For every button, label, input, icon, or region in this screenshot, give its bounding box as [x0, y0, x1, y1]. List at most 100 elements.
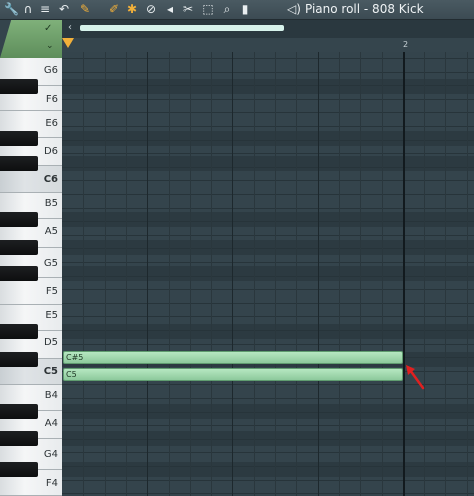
pencil-icon[interactable]: ✎ [78, 2, 92, 16]
grid-hline [62, 479, 474, 481]
grid-hline [62, 438, 474, 440]
window-title: Piano roll - 808 Kick [305, 2, 424, 16]
paint-brush-icon[interactable]: ✐ [107, 2, 121, 16]
piano-keyboard[interactable]: G6 F6 E6 D6 C6 B5 A5 G5 F5 E5 D5 C5 B4 A4 G4 F4 [0, 58, 62, 496]
grid-vline [381, 52, 383, 496]
grid-hline [62, 58, 474, 59]
grid-row-black [62, 212, 474, 227]
grid-row-black [62, 79, 474, 94]
grid-vline [104, 52, 106, 496]
grid-hline [62, 180, 474, 182]
menu-circle-icon[interactable]: ≡ [38, 2, 52, 16]
key-label: B4 [44, 390, 58, 401]
delete-icon[interactable]: ⊘ [144, 2, 158, 16]
key-label: E6 [45, 118, 58, 129]
grid-hline [62, 398, 474, 399]
speaker-icon[interactable]: ◁) [287, 1, 301, 17]
grid-vline [147, 52, 149, 496]
black-key[interactable] [0, 240, 38, 255]
black-key[interactable] [0, 266, 38, 281]
grid-hline [62, 330, 474, 331]
grid-vline [189, 52, 191, 496]
note-grid[interactable]: C#5 C5 [62, 52, 474, 496]
zoom-icon[interactable]: ⌕ [220, 2, 234, 16]
scrollbar-thumb[interactable] [80, 25, 284, 31]
annotation-arrow-icon [406, 365, 425, 390]
select-icon[interactable]: ⬚ [201, 2, 215, 16]
key-label: G5 [43, 258, 58, 269]
chevron-down-icon[interactable]: ⌄ [46, 40, 58, 52]
piano-roll-window: 🔧 ∩ ≡ ↶ ✎ ✐ ✱ ⊘ ◂ ✂ ⬚ ⌕ ▮ ◁) Piano roll - 808 Kick ✓… [0, 0, 474, 496]
grid-hline [62, 194, 474, 195]
key-label: D6 [43, 146, 58, 157]
grid-vline [296, 52, 298, 496]
grid-hline [62, 126, 474, 127]
grid-vline [125, 52, 127, 496]
grid-row-black [62, 156, 474, 171]
grid-vline [253, 52, 255, 496]
magnet-icon[interactable]: ∩ [21, 2, 35, 16]
key-label: F4 [45, 478, 58, 489]
grid-vline [466, 52, 468, 496]
grid-vline [275, 52, 276, 496]
grid-hline [62, 316, 474, 318]
grid-hline [62, 139, 474, 141]
grid-hline [62, 221, 474, 223]
magic-wand-icon[interactable]: ✱ [125, 2, 139, 16]
grid-vline [338, 52, 340, 496]
grid-hline [62, 493, 474, 495]
grid-hline [62, 112, 474, 114]
black-key[interactable] [0, 79, 38, 94]
key-label: E5 [45, 310, 58, 321]
key-label: F6 [45, 94, 58, 105]
grid-hline [62, 234, 474, 236]
grid-vline [232, 52, 234, 496]
grid-vline [317, 52, 319, 496]
black-key[interactable] [0, 324, 38, 339]
grid-hline [62, 302, 474, 304]
grid-hline [62, 248, 474, 250]
black-key[interactable] [0, 352, 38, 367]
grid-vline [424, 52, 426, 496]
grid-hline [62, 425, 474, 427]
key-label: F5 [45, 286, 58, 297]
key-label: C5 [43, 366, 58, 377]
black-key[interactable] [0, 156, 38, 171]
black-key[interactable] [0, 212, 38, 227]
black-key[interactable] [0, 431, 38, 446]
grid-vline [83, 52, 85, 496]
key-label: G4 [43, 449, 58, 460]
note-csharp5[interactable]: C#5 [63, 351, 403, 364]
grid-row-black [62, 462, 474, 477]
key-label: C6 [43, 174, 58, 185]
grid-hline [62, 85, 474, 87]
playhead-marker[interactable] [62, 38, 74, 48]
grid-hline [62, 466, 474, 467]
grid-row-black [62, 266, 474, 281]
black-key[interactable] [0, 404, 38, 419]
slice-icon[interactable]: ✂ [181, 2, 195, 16]
grid-vline [168, 52, 170, 496]
note-label: C5 [66, 370, 77, 379]
playback-icon[interactable]: ▮ [238, 2, 252, 16]
bar-number-label: 2 [403, 40, 409, 49]
grid-vline [445, 52, 447, 496]
grid-hline [62, 275, 474, 277]
grid-hline [62, 166, 474, 168]
grid-hline [62, 262, 474, 263]
black-key[interactable] [0, 131, 38, 146]
grid-row-black [62, 131, 474, 146]
mute-icon[interactable]: ◂ [163, 2, 177, 16]
grid-hline [62, 98, 474, 100]
grid-hline [62, 411, 474, 413]
grid-hline [62, 207, 474, 209]
black-key[interactable] [0, 462, 38, 477]
note-c5[interactable]: C5 [63, 368, 403, 381]
timeline-ruler[interactable] [62, 38, 474, 53]
scroll-left-icon[interactable]: ‹ [64, 22, 76, 34]
note-label: C#5 [66, 353, 84, 362]
key-label: D5 [43, 337, 58, 348]
undo-icon[interactable]: ↶ [57, 2, 71, 16]
toolbar: 🔧 ∩ ≡ ↶ ✎ ✐ ✱ ⊘ ◂ ✂ ⬚ ⌕ ▮ ◁) Piano roll - 808 Kick [0, 0, 474, 20]
wrench-icon[interactable]: 🔧 [4, 2, 19, 16]
